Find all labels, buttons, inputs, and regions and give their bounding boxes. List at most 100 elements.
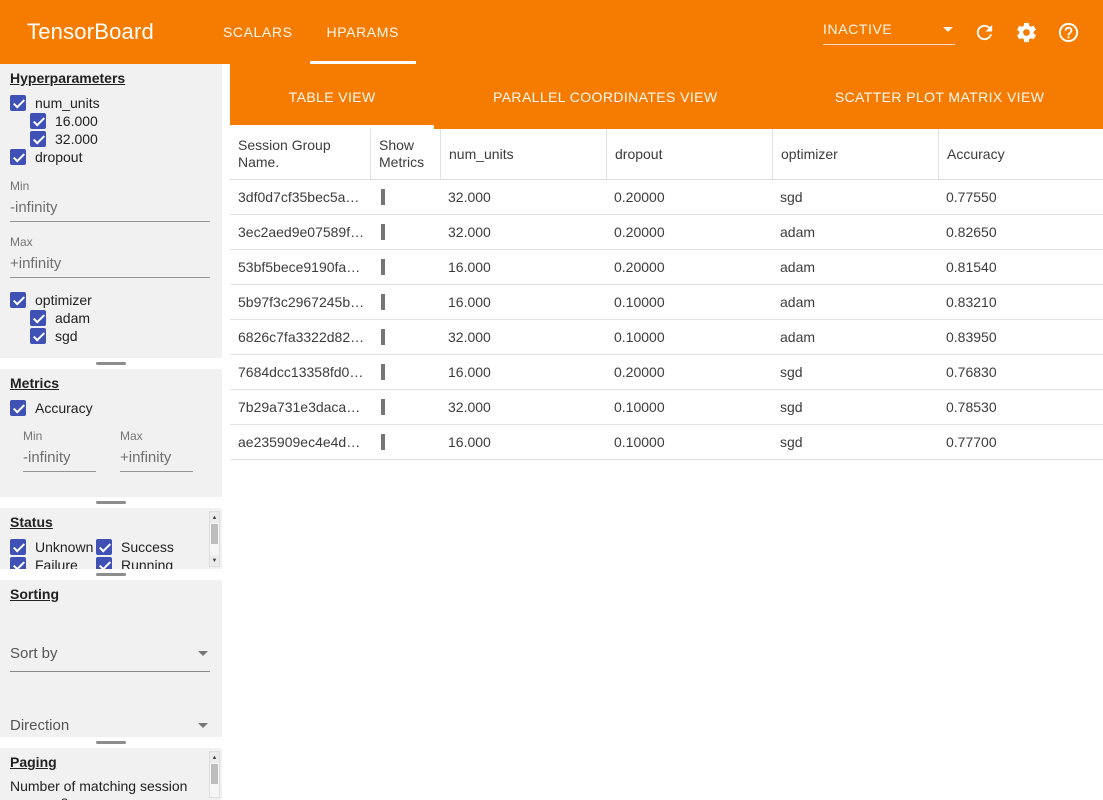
- column-header-accuracy[interactable]: Accuracy: [938, 129, 1103, 179]
- status-unknown-row: Unknown: [10, 538, 96, 556]
- section-divider: [0, 737, 222, 748]
- optimizer-checkbox[interactable]: [10, 292, 26, 308]
- section-status: Status Unknown Success Failure Running ▲: [0, 508, 222, 569]
- dropout-checkbox[interactable]: [10, 149, 26, 165]
- optimizer-sgd-checkbox[interactable]: [30, 328, 46, 344]
- chevron-down-icon: [198, 723, 208, 728]
- status-failure-checkbox[interactable]: [10, 557, 26, 569]
- optimizer-adam-checkbox[interactable]: [30, 310, 46, 326]
- num-units-checkbox[interactable]: [10, 95, 26, 111]
- show-metrics-checkbox[interactable]: [381, 224, 385, 240]
- dropout-max-input[interactable]: +infinity: [10, 249, 210, 278]
- status-running-row: Running: [96, 556, 196, 569]
- chevron-down-icon: [943, 27, 953, 32]
- optimizer-value: sgd: [772, 189, 938, 205]
- scroll-down-icon[interactable]: ▼: [210, 555, 219, 566]
- dropout-value: 0.20000: [606, 189, 772, 205]
- session-group-table: Session Group Name. Show Metrics num_uni…: [230, 129, 1103, 460]
- dropout-min-input[interactable]: -infinity: [10, 193, 210, 222]
- section-paging: Paging Number of matching session groups…: [0, 748, 222, 800]
- num-units-value: 16.000: [440, 434, 606, 450]
- table-row: 7b29a731e3daca… 32.000 0.10000 sgd 0.785…: [230, 390, 1103, 425]
- section-resize-handle[interactable]: [96, 741, 126, 744]
- accuracy-min-col: Min -infinity: [23, 429, 96, 472]
- column-header-num-units[interactable]: num_units: [440, 129, 606, 179]
- num-units-value: 32.000: [440, 189, 606, 205]
- scroll-up-icon[interactable]: ▲: [210, 752, 219, 763]
- column-header-show-metrics[interactable]: Show Metrics: [370, 129, 440, 179]
- accuracy-value: 0.83950: [938, 329, 1103, 345]
- column-header-optimizer[interactable]: optimizer: [772, 129, 938, 179]
- header-actions: INACTIVE: [823, 0, 1103, 64]
- optimizer-sgd-label: sgd: [55, 328, 78, 344]
- status-running-label: Running: [121, 557, 173, 569]
- direction-select[interactable]: Direction: [10, 710, 210, 737]
- show-metrics-cell: [370, 259, 440, 275]
- optimizer-adam-label: adam: [55, 310, 90, 326]
- show-metrics-checkbox[interactable]: [381, 434, 385, 450]
- num-units-value: 32.000: [440, 329, 606, 345]
- dropout-value: 0.20000: [606, 259, 772, 275]
- sort-by-select[interactable]: Sort by: [10, 638, 210, 672]
- tab-table-view[interactable]: TABLE VIEW: [230, 64, 434, 129]
- tab-scatter-plot-matrix-view[interactable]: SCATTER PLOT MATRIX VIEW: [776, 64, 1103, 129]
- accuracy-max-input[interactable]: +infinity: [120, 443, 193, 472]
- app-header: TensorBoard SCALARS HPARAMS INACTIVE: [0, 0, 1103, 64]
- column-header-dropout[interactable]: dropout: [606, 129, 772, 179]
- session-group-name: 3ec2aed9e07589f…: [230, 224, 370, 240]
- optimizer-value: adam: [772, 294, 938, 310]
- num-units-value: 16.000: [440, 294, 606, 310]
- reload-mode-select[interactable]: INACTIVE: [823, 19, 955, 45]
- show-metrics-checkbox[interactable]: [381, 259, 385, 275]
- section-resize-handle[interactable]: [96, 362, 126, 365]
- section-metrics: Metrics Accuracy Min -infinity Max +infi…: [0, 369, 222, 497]
- show-metrics-checkbox[interactable]: [381, 294, 385, 310]
- sort-by-value: Sort by: [10, 645, 58, 662]
- status-unknown-checkbox[interactable]: [10, 539, 26, 555]
- paging-scrollbar[interactable]: ▲: [209, 751, 220, 798]
- hparam-dropout-row: dropout: [10, 148, 212, 166]
- section-divider: [0, 569, 222, 580]
- tab-parallel-coordinates-view[interactable]: PARALLEL COORDINATES VIEW: [434, 64, 776, 129]
- help-button[interactable]: [1055, 19, 1081, 45]
- metrics-heading: Metrics: [10, 375, 212, 391]
- section-resize-handle[interactable]: [96, 573, 126, 576]
- num-units-16-checkbox[interactable]: [30, 113, 46, 129]
- section-resize-handle[interactable]: [96, 501, 126, 504]
- show-metrics-checkbox[interactable]: [381, 364, 385, 380]
- accuracy-value: 0.77700: [938, 434, 1103, 450]
- accuracy-checkbox[interactable]: [10, 400, 26, 416]
- show-metrics-checkbox[interactable]: [381, 189, 385, 205]
- scroll-up-icon[interactable]: ▲: [210, 512, 219, 523]
- optimizer-value: adam: [772, 329, 938, 345]
- num-units-32-checkbox[interactable]: [30, 131, 46, 147]
- hyperparameters-heading: Hyperparameters: [10, 70, 212, 86]
- accuracy-value: 0.83210: [938, 294, 1103, 310]
- show-metrics-checkbox[interactable]: [381, 399, 385, 415]
- scrollbar-thumb[interactable]: [211, 764, 218, 784]
- settings-button[interactable]: [1013, 19, 1039, 45]
- accuracy-value: 0.78530: [938, 399, 1103, 415]
- hparam-num-units-row: num_units: [10, 94, 212, 112]
- dropout-label: dropout: [35, 149, 82, 165]
- optimizer-label: optimizer: [35, 292, 92, 308]
- refresh-button[interactable]: [971, 19, 997, 45]
- status-options: Unknown Success Failure Running: [10, 538, 212, 569]
- tab-scalars[interactable]: SCALARS: [206, 0, 310, 64]
- table-row: 3df0d7cf35bec5a… 32.000 0.20000 sgd 0.77…: [230, 180, 1103, 215]
- num-units-32-label: 32.000: [55, 131, 98, 147]
- dropout-max-label: Max: [10, 235, 212, 249]
- accuracy-min-input[interactable]: -infinity: [23, 443, 96, 472]
- show-metrics-cell: [370, 329, 440, 345]
- tab-hparams[interactable]: HPARAMS: [310, 0, 416, 64]
- status-success-checkbox[interactable]: [96, 539, 112, 555]
- show-metrics-cell: [370, 399, 440, 415]
- status-running-checkbox[interactable]: [96, 557, 112, 569]
- accuracy-max-label: Max: [120, 429, 193, 443]
- show-metrics-checkbox[interactable]: [381, 329, 385, 345]
- app-title: TensorBoard: [27, 0, 154, 64]
- scrollbar-thumb[interactable]: [211, 524, 218, 544]
- column-header-session-group-name[interactable]: Session Group Name.: [230, 129, 370, 179]
- num-units-value: 32.000: [440, 224, 606, 240]
- status-scrollbar[interactable]: ▲ ▼: [209, 511, 220, 567]
